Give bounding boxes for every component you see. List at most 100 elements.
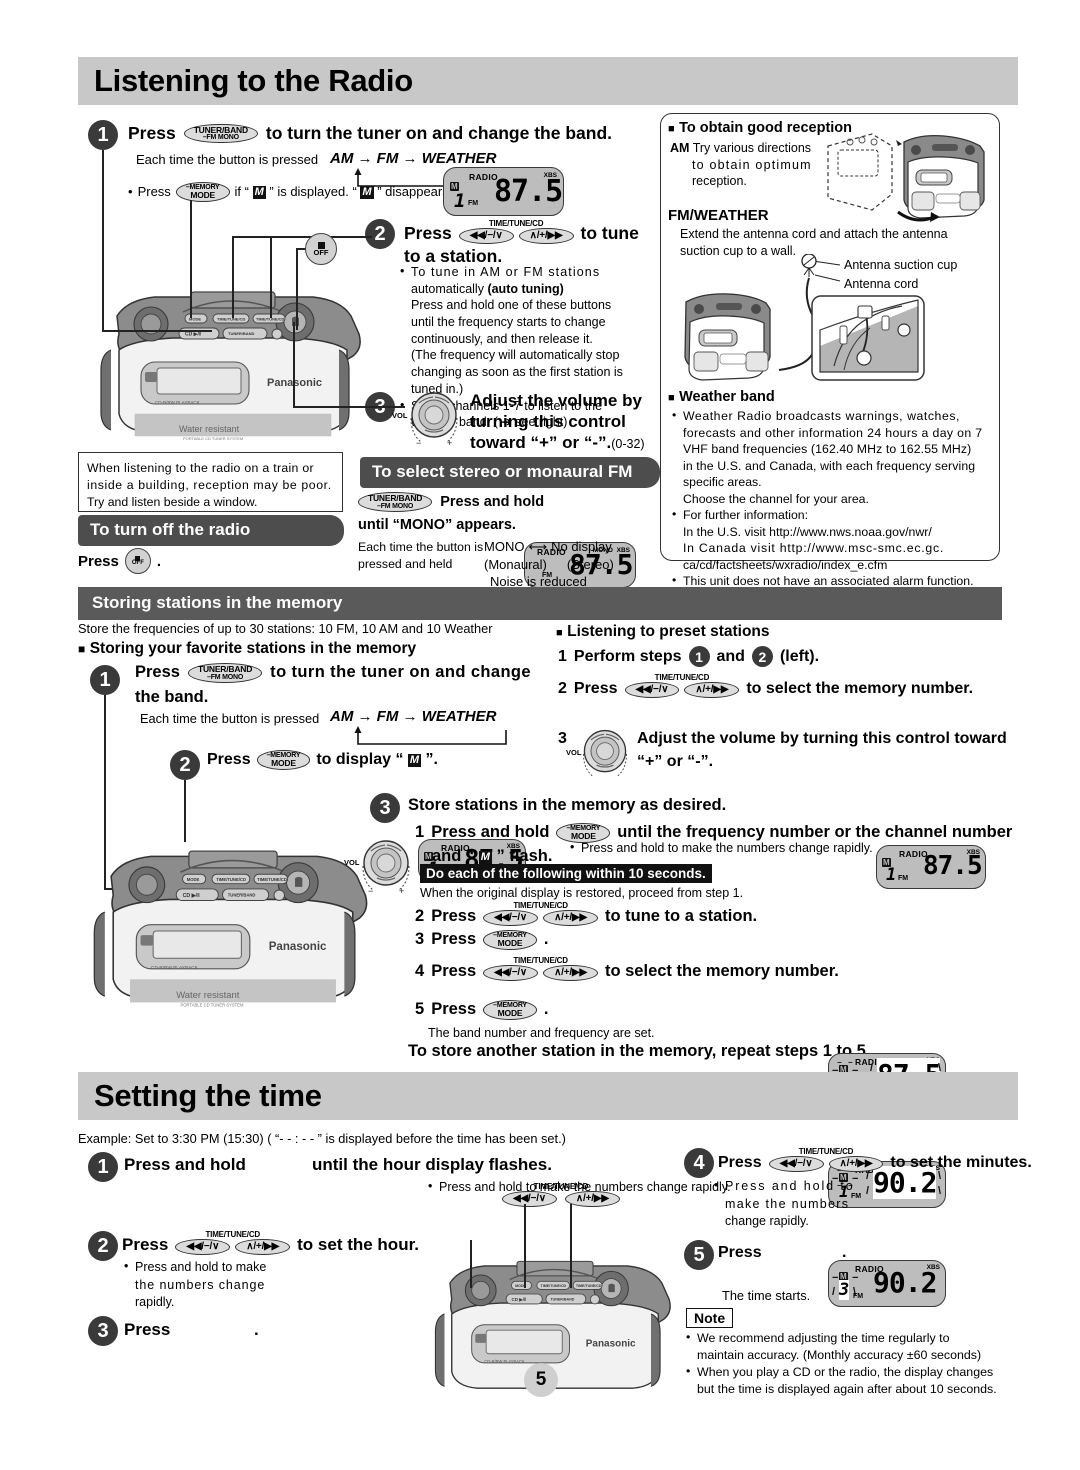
s2b1-l2b: (auto tuning)	[487, 281, 564, 296]
volume-dial-step3[interactable]: − +	[403, 386, 465, 453]
press-label: Press	[573, 680, 618, 698]
volume-dial-memory[interactable]: − +	[355, 834, 417, 901]
mode-line1: MODE	[497, 1008, 523, 1019]
lead-line-tune-h	[232, 236, 372, 238]
svg-text:Panasonic: Panasonic	[269, 941, 327, 953]
lcd-channel: 1	[886, 865, 897, 885]
time-tune-cd-caption: TIME/TUNE/CD	[205, 1230, 260, 1239]
tune-up-label: ∧/+/▶▶	[554, 912, 587, 923]
mode-memory-button[interactable]: MODE –MEMORY	[483, 930, 537, 950]
rn-l3: Try and listen beside a window.	[87, 494, 258, 509]
section-title-radio: Listening to the Radio	[78, 57, 1018, 105]
press-hold-label: Press and hold	[440, 493, 545, 510]
s2b1-l1: To tune in AM or FM stations	[411, 265, 601, 279]
memory-intro: Store the frequencies of up to 30 statio…	[78, 621, 493, 636]
lead-line-tune-a	[524, 1204, 526, 1288]
antenna-illustration	[684, 254, 925, 381]
lead-line-tune2	[270, 236, 272, 318]
tune-down-label: ◀◀/−/∨	[635, 684, 669, 695]
svg-text:CD ▶/‖: CD ▶/‖	[185, 332, 202, 338]
mode-memory-button[interactable]: MODE –MEMORY	[175, 182, 230, 202]
mem-step2-text: to display “ M ”.	[316, 750, 438, 768]
fm-weather-heading: FM/WEATHER	[668, 207, 769, 224]
tune-down-button[interactable]: ◀◀/−/∨	[483, 965, 539, 982]
am-line2: to obtain optimum	[692, 157, 812, 172]
wb1-l1: Weather Radio broadcasts warnings, watch…	[683, 409, 961, 423]
radio-step1-eachtime: Each time the button is pressed	[136, 152, 319, 167]
tune-up-button[interactable]: ∧/+/▶▶	[543, 965, 598, 982]
tuner-band-button[interactable]: TUNER/BAND –FM MONO	[358, 492, 433, 512]
press-label: Press	[431, 930, 477, 949]
tune-down-button[interactable]: ◀◀/−/∨	[483, 910, 539, 927]
preset-s3-l2: “+” or “-”.	[637, 753, 714, 770]
press-label: Press	[404, 223, 452, 244]
s4-num: 4	[415, 962, 425, 981]
ref-step-2: 2	[751, 646, 773, 667]
tune-up-button[interactable]: ∧/+/▶▶	[828, 1156, 884, 1173]
stereo-mono-each: Each time the button is pressed and held	[358, 539, 483, 573]
time-s4-b: Press and hold to make the numbers chang…	[714, 1177, 878, 1231]
s3-range: (0-32)	[611, 437, 645, 452]
wb2-l2: In the U.S. visit http://www.nws.noaa.go…	[683, 524, 932, 539]
tune-up-button[interactable]: ∧/+/▶▶	[543, 910, 598, 927]
s1-num: 1	[415, 823, 425, 842]
s3-l3: toward “+” or “-”.	[470, 433, 612, 453]
s2b1-l4: until the frequency starts to change	[411, 315, 606, 330]
radio-step3-text: Adjust the volume by turning this contro…	[470, 390, 645, 453]
mode-line1: MODE	[497, 938, 523, 949]
tune-up-button[interactable]: ∧/+/▶▶	[564, 1191, 620, 1208]
tune-down-button[interactable]: ◀◀/−/∨	[458, 228, 514, 245]
mode-memory-button[interactable]: MODE –MEMORY	[483, 1000, 537, 1020]
svg-text:TUNER/BAND: TUNER/BAND	[228, 331, 255, 336]
tune-up-button[interactable]: ∧/+/▶▶	[518, 228, 574, 245]
s2-num: 2	[415, 907, 425, 926]
tune-down-button[interactable]: ◀◀/−/∨	[175, 1239, 231, 1256]
s2b1-l5: continuously, and then release it.	[411, 331, 593, 346]
time-step1-text: until the hour display flashes.	[312, 1155, 552, 1174]
s5-num: 5	[415, 1000, 425, 1019]
svg-text:+: +	[447, 438, 452, 448]
tune-down-button[interactable]: ◀◀/−/∨	[768, 1156, 824, 1173]
svg-text:TUNER/BAND: TUNER/BAND	[228, 892, 256, 897]
memory-m-icon: M	[407, 753, 422, 767]
off-button-callout[interactable]: OFF	[305, 233, 337, 265]
svg-text:Water resistant: Water resistant	[176, 990, 239, 1001]
tuner-band-button[interactable]: TUNER/BAND –FM MONO	[187, 663, 263, 683]
manual-page: Listening to the Radio ■ To obtain good …	[0, 0, 1080, 1470]
svg-text:CD-R/RW PLAYBACK: CD-R/RW PLAYBACK	[155, 400, 200, 405]
mode-memory-button[interactable]: MODE –MEMORY	[556, 823, 611, 843]
memory-step3-footer: To store another station in the memory, …	[408, 1042, 871, 1060]
tune-down-button[interactable]: ◀◀/−/∨	[502, 1191, 557, 1208]
tuner-band-button[interactable]: TUNER/BAND –FM MONO	[183, 123, 258, 144]
am-line1: Try various directions	[692, 141, 812, 155]
lead-line-vol-h	[293, 406, 405, 408]
tune-up-button[interactable]: ∧/+/▶▶	[684, 682, 740, 699]
tune-up-label: ∧/+/▶▶	[575, 1193, 609, 1204]
memory-step3-sub5: 5 Press MODE –MEMORY .	[415, 1000, 548, 1020]
tune-up-button[interactable]: ∧/+/▶▶	[235, 1239, 291, 1256]
am-rotate-illustration	[827, 133, 985, 222]
step-number-label: 5	[693, 1244, 705, 1266]
turn-off-heading: To turn off the radio	[78, 515, 344, 546]
off-button[interactable]: OFF	[124, 548, 151, 574]
time-step2-bullet: Press and hold to make the numbers chang…	[124, 1258, 284, 1312]
mode-memory-button[interactable]: MODE –MEMORY	[256, 750, 311, 770]
mode-line1: MODE	[271, 758, 296, 769]
wb1-l2: forecasts and other information 24 hours…	[683, 425, 983, 440]
lead-line-off-v	[296, 248, 298, 330]
stereo-mono-heading: To select stereo or monaural FM	[360, 457, 660, 488]
square-bullet-icon: ■	[556, 627, 563, 639]
preset-heading: ■ Listening to preset stations	[556, 623, 770, 641]
lcd-frequency: 87.5	[923, 851, 983, 881]
tune-up-label: ∧/+/▶▶	[839, 1158, 873, 1169]
lcd-flash-3: RADIO XBS M − − 3 /\ FM 90.2	[828, 1260, 946, 1307]
tune-down-button[interactable]: ◀◀/−/∨	[624, 682, 680, 699]
volume-dial-preset[interactable]	[576, 724, 634, 787]
note-text: We recommend adjusting the time regularl…	[686, 1329, 1002, 1398]
weather-band-heading: ■ Weather band	[668, 388, 775, 406]
preset-step1: 1 Perform steps 1 and 2 (left).	[558, 646, 819, 667]
press-label: Press	[431, 907, 477, 926]
stereo-mono-states: MONO ⟷ No display (Monaural) (Stereo) No…	[484, 538, 614, 591]
time-tune-cd-caption: TIME/TUNE/CD	[513, 901, 568, 910]
arrow-right-icon: →	[357, 150, 373, 167]
